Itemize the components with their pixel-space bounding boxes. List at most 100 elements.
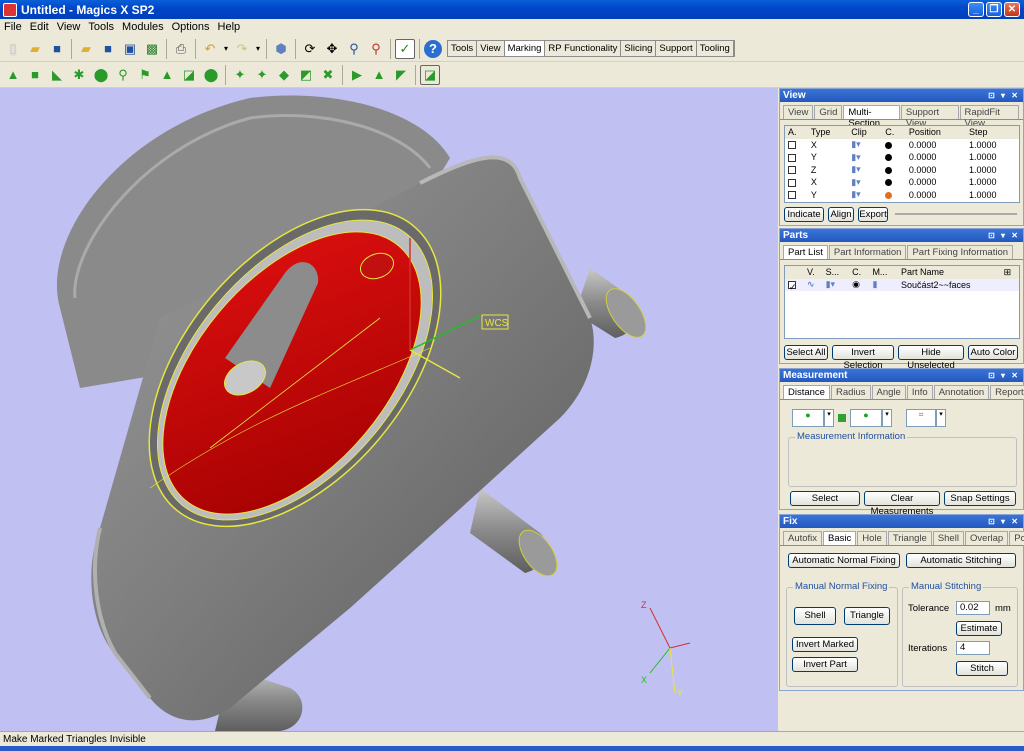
open-folder-icon[interactable]: ▰ [25,39,45,59]
tab-support-view[interactable]: Support View [900,105,959,129]
clip-icon[interactable]: ▮▾ [848,189,882,202]
stitch-button[interactable]: Stitch [956,661,1008,676]
part-name[interactable]: Součást2~~faces [898,279,1001,292]
menu-help[interactable]: Help [214,21,245,33]
table-row[interactable]: X ▮▾ 0.0000 1.0000 [785,139,1019,152]
part-checkbox[interactable]: ✓ [788,281,797,292]
tab-basic[interactable]: Basic [823,531,857,545]
active-checkbox[interactable] [788,153,796,162]
table-row[interactable]: Y ▮▾ 0.0000 1.0000 [785,151,1019,164]
undo-dropdown-icon[interactable]: ▾ [222,39,230,59]
tab-marking[interactable]: Marking [504,41,546,56]
snap-settings-button[interactable]: Snap Settings [944,491,1016,506]
mark-plane-icon[interactable]: ■ [25,65,45,85]
shell-button[interactable]: Shell [794,607,836,625]
maximize-button[interactable]: ❐ [986,2,1002,17]
zoom-window-icon[interactable]: ⚲ [366,39,386,59]
tab-angle[interactable]: Angle [871,385,906,399]
close-part-icon[interactable]: ▩ [142,39,162,59]
tolerance-input[interactable]: 0.02 [956,601,990,615]
iterations-input[interactable]: 4 [956,641,990,655]
fix-wizard-icon[interactable]: ✓ [395,38,415,59]
menu-edit[interactable]: Edit [26,21,53,33]
tab-grid[interactable]: Grid [814,105,843,119]
redo-dropdown-icon[interactable]: ▾ [254,39,262,59]
align-button[interactable]: Align [828,207,854,222]
mark-part-icon[interactable]: ▲ [157,65,177,85]
active-checkbox[interactable] [788,166,796,175]
help-icon[interactable]: ? [424,39,442,58]
tab-rp-functionality[interactable]: RP Functionality [545,41,622,56]
select-all-button[interactable]: Select All [784,345,828,360]
active-checkbox[interactable] [788,141,796,150]
tab-part-information[interactable]: Part Information [828,245,907,259]
tab-tools[interactable]: Tools [448,41,478,56]
mark-invisible-icon[interactable]: ▲ [369,65,389,85]
tab-hole[interactable]: Hole [857,531,887,545]
table-row[interactable]: Z ▮▾ 0.0000 1.0000 [785,164,1019,177]
tab-triangle[interactable]: Triangle [887,531,932,545]
table-row[interactable]: Y ▮▾ 0.0000 1.0000 [785,189,1019,202]
estimate-button[interactable]: Estimate [956,621,1002,636]
rotate-icon[interactable]: ⟳ [300,39,320,59]
tab-info[interactable]: Info [906,385,933,399]
undo-icon[interactable]: ↶ [200,39,220,59]
invert-marked-button[interactable]: Invert Marked [792,637,858,652]
tab-report[interactable]: Report [990,385,1024,399]
menu-tools[interactable]: Tools [84,21,118,33]
visibility-icon[interactable]: ∿ [804,279,823,292]
export-button[interactable]: Export [858,207,888,222]
table-row[interactable]: X ▮▾ 0.0000 1.0000 [785,176,1019,189]
mark-bad-icon[interactable]: ⚑ [135,65,155,85]
tab-part-fixing-information[interactable]: Part Fixing Information [907,245,1014,259]
invert-selection-button[interactable]: Invert Selection [832,345,894,371]
new-file-icon[interactable]: ▯ [3,39,23,59]
hide-unselected-button[interactable]: Hide Unselected [898,345,964,371]
auto-color-button[interactable]: Auto Color [968,345,1018,360]
menu-options[interactable]: Options [168,21,214,33]
delete-marked-icon[interactable]: ✖ [318,65,338,85]
minimize-button[interactable]: _ [968,2,984,17]
triangle-button[interactable]: Triangle [844,607,890,625]
active-checkbox[interactable] [788,178,796,187]
tab-view[interactable]: View [477,41,505,56]
tab-annotation[interactable]: Annotation [933,385,990,399]
mark-noise-icon[interactable]: ⚲ [113,65,133,85]
menu-file[interactable]: File [0,21,26,33]
redo-icon[interactable]: ↷ [232,39,252,59]
mark-contour-icon[interactable]: ⬤ [91,65,111,85]
tab-support[interactable]: Support [656,41,697,56]
save-part-icon[interactable]: ■ [98,39,118,59]
point-a-dropdown-icon[interactable]: ▾ [824,409,834,427]
automatic-stitching-button[interactable]: Automatic Stitching [906,553,1016,568]
mark-visible-icon[interactable]: ▶ [347,65,367,85]
active-checkbox[interactable] [788,191,796,200]
tab-shell[interactable]: Shell [932,531,964,545]
mark-lasso-icon[interactable]: ⬤ [201,65,221,85]
clip-icon[interactable]: ▮▾ [848,151,882,164]
pan-icon[interactable]: ✥ [322,39,342,59]
part-color-icon[interactable]: ◉ [849,279,869,292]
close-button[interactable]: ✕ [1004,2,1020,17]
menu-view[interactable]: View [53,21,85,33]
3d-viewport[interactable]: WCS Z X Y [0,88,778,731]
column-options-icon[interactable]: ⊞ [1001,266,1019,279]
save-as-icon[interactable]: ▣ [120,39,140,59]
menu-modules[interactable]: Modules [118,21,168,33]
point-b-dropdown-icon[interactable]: ▾ [882,409,892,427]
panel-controls-icon[interactable]: ⊡ ▾ ✕ [988,231,1023,240]
panel-controls-icon[interactable]: ⊡ ▾ ✕ [988,517,1023,526]
print-icon[interactable]: ⎙ [171,39,191,59]
mark-shrink-icon[interactable]: ✦ [252,65,272,85]
mark-window-icon[interactable]: ◪ [179,65,199,85]
mark-surface-icon[interactable]: ◣ [47,65,67,85]
xyz-dropdown-icon[interactable]: ▾ [936,409,946,427]
tab-point[interactable]: Point [1009,531,1024,545]
automatic-normal-fixing-button[interactable]: Automatic Normal Fixing [788,553,900,568]
panel-controls-icon[interactable]: ⊡ ▾ ✕ [988,371,1023,380]
clip-icon[interactable]: ▮▾ [848,139,882,152]
tab-distance[interactable]: Distance [783,385,830,399]
show-all-icon[interactable]: ◤ [391,65,411,85]
tab-part-list[interactable]: Part List [783,245,828,259]
tab-autofix[interactable]: Autofix [783,531,823,545]
